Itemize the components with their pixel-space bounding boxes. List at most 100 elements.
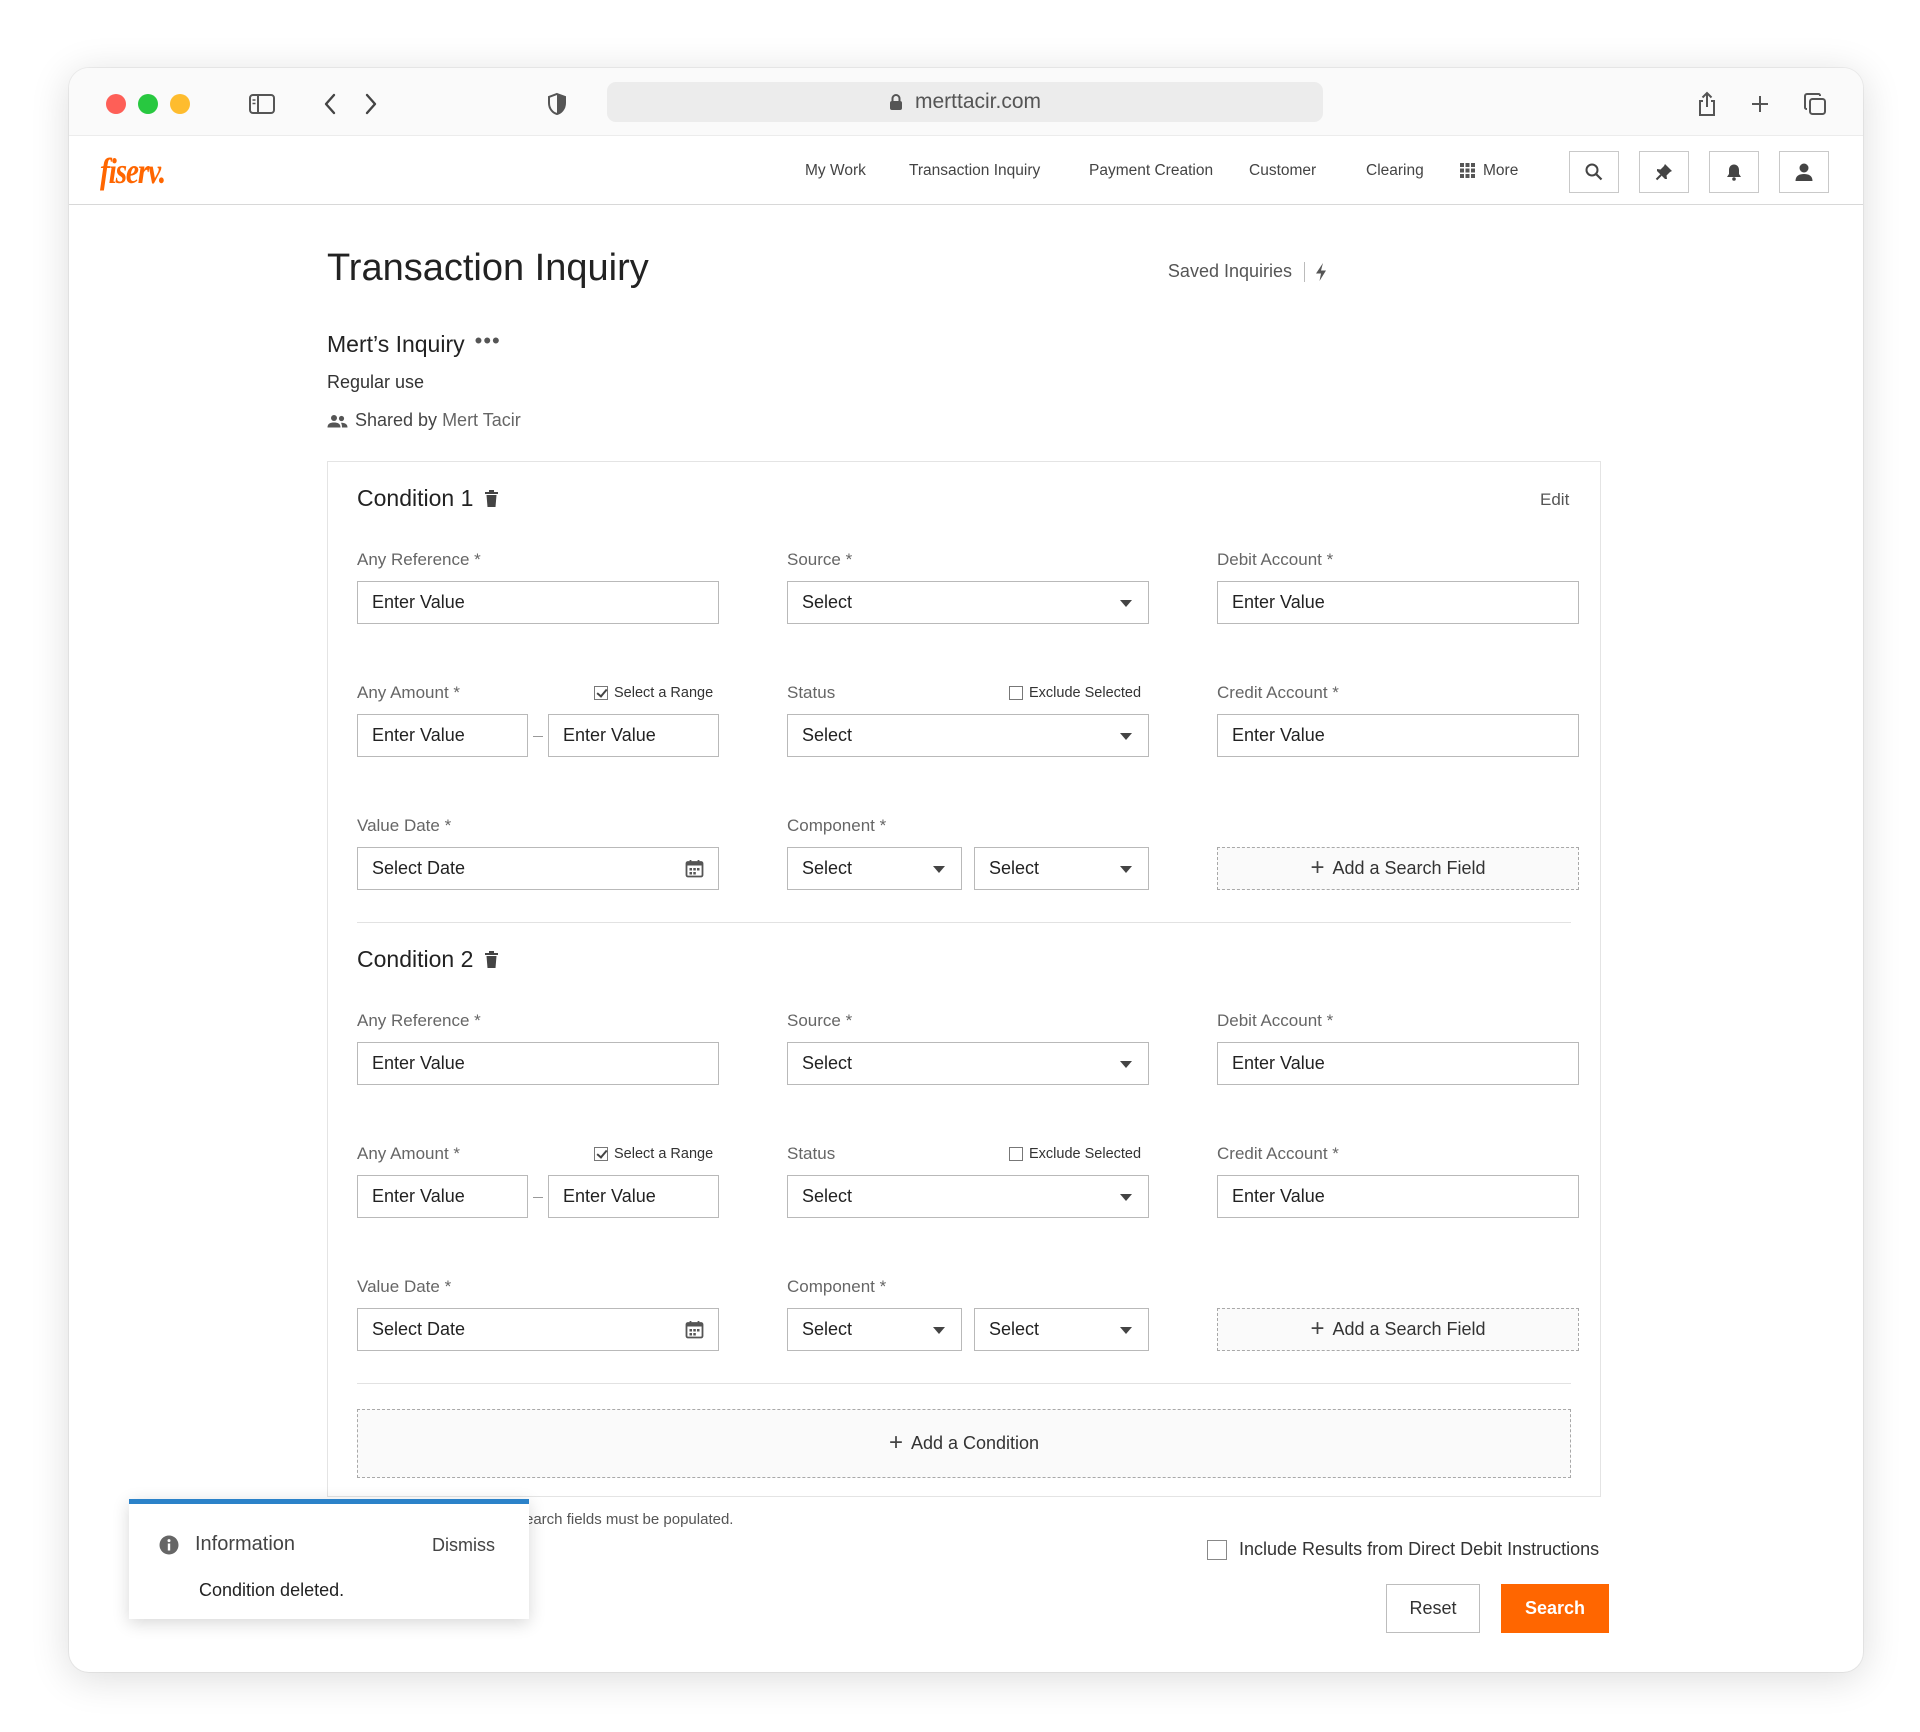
toast-dismiss-button[interactable]: Dismiss: [432, 1535, 495, 1556]
add-condition-label: Add a Condition: [910, 1433, 1040, 1453]
add-search-field-button[interactable]: + Add a Search Field: [1217, 1308, 1579, 1351]
nav-customer[interactable]: Customer: [1249, 162, 1316, 180]
inquiry-more-menu-icon[interactable]: •••: [475, 329, 501, 352]
nav-payment-creation[interactable]: Payment Creation: [1089, 162, 1213, 180]
status-select[interactable]: Select: [787, 1175, 1149, 1218]
conditions-panel: Condition 1 Edit Any Reference * Source …: [327, 461, 1601, 1497]
chevron-down-icon: [1120, 600, 1132, 607]
new-tab-icon[interactable]: [1744, 88, 1776, 120]
direct-debit-checkbox[interactable]: Include Results from Direct Debit Instru…: [1207, 1539, 1599, 1560]
value-date-label: Value Date *: [357, 816, 452, 835]
saved-inquiries-link[interactable]: Saved Inquiries: [1127, 261, 1327, 282]
select-range-checkbox[interactable]: Select a Range: [594, 1146, 713, 1162]
share-icon[interactable]: [1691, 88, 1723, 120]
credit-account-input[interactable]: [1217, 1175, 1579, 1218]
any-reference-label: Any Reference *: [357, 1011, 481, 1030]
inquiry-shared-by: Shared by Mert Tacir: [327, 410, 521, 431]
info-toast: Information Dismiss Condition deleted.: [129, 1499, 529, 1619]
condition-divider: [357, 922, 1571, 923]
condition-divider: [357, 1383, 1571, 1384]
component-label: Component *: [787, 1277, 887, 1296]
debit-account-input[interactable]: [1217, 1042, 1579, 1085]
condition-title-text: Condition 1: [357, 485, 474, 511]
amount-from-input[interactable]: [357, 714, 528, 757]
chevron-down-icon: [1120, 1061, 1132, 1068]
status-select-value: Select: [802, 1186, 853, 1206]
saved-inquiries-label: Saved Inquiries: [1167, 261, 1292, 281]
main-content: Transaction Inquiry Saved Inquiries Mert…: [69, 205, 1863, 1672]
header-search-button[interactable]: [1569, 151, 1619, 193]
value-date-placeholder: Select Date: [372, 1319, 466, 1339]
any-amount-label: Any Amount *: [357, 1144, 461, 1163]
info-icon: [159, 1535, 179, 1554]
shared-by-user[interactable]: Mert Tacir: [442, 410, 521, 431]
nav-transaction-inquiry[interactable]: Transaction Inquiry: [909, 162, 1040, 180]
zoom-window-button[interactable]: [170, 94, 190, 114]
header-profile-button[interactable]: [1779, 151, 1829, 193]
calendar-icon[interactable]: [685, 1320, 704, 1339]
grid-icon: [1460, 163, 1475, 178]
checkbox-unchecked-icon: [1207, 1539, 1227, 1560]
debit-account-input[interactable]: [1217, 581, 1579, 624]
condition-title-text: Condition 2: [357, 946, 474, 972]
chevron-down-icon: [1120, 866, 1132, 873]
shared-by-prefix: Shared by: [355, 410, 438, 430]
component-select-2[interactable]: Select: [974, 847, 1149, 890]
add-search-field-button[interactable]: + Add a Search Field: [1217, 847, 1579, 890]
pin-icon: [1655, 164, 1672, 181]
toast-message: Condition deleted.: [199, 1580, 345, 1600]
header-pin-button[interactable]: [1639, 151, 1689, 193]
shield-icon[interactable]: [541, 88, 573, 120]
url-text: merttacir.com: [914, 90, 1042, 113]
select-range-checkbox[interactable]: Select a Range: [594, 685, 713, 701]
credit-account-input[interactable]: [1217, 714, 1579, 757]
header-notifications-button[interactable]: [1709, 151, 1759, 193]
sidebar-icon[interactable]: [246, 88, 278, 120]
value-date-picker[interactable]: Select Date: [357, 1308, 719, 1351]
nav-my-work[interactable]: My Work: [805, 162, 866, 180]
amount-to-input[interactable]: [548, 1175, 719, 1218]
status-label: Status: [787, 683, 836, 702]
nav-clearing[interactable]: Clearing: [1366, 162, 1424, 180]
people-icon: [327, 414, 348, 427]
source-select[interactable]: Select: [787, 1042, 1149, 1085]
any-reference-label: Any Reference *: [357, 550, 481, 569]
reset-button[interactable]: Reset: [1386, 1584, 1480, 1633]
checkbox-checked-icon: [594, 1147, 608, 1161]
source-label: Source *: [787, 1011, 853, 1030]
trash-icon[interactable]: [485, 951, 499, 968]
component-select-1[interactable]: Select: [787, 847, 962, 890]
exclude-selected-checkbox[interactable]: Exclude Selected: [1009, 685, 1141, 701]
address-bar[interactable]: merttacir.com: [607, 82, 1323, 122]
debit-account-label: Debit Account *: [1217, 550, 1334, 569]
component-select-2[interactable]: Select: [974, 1308, 1149, 1351]
any-reference-input[interactable]: [357, 581, 719, 624]
close-window-button[interactable]: [106, 94, 126, 114]
source-select-value: Select: [802, 1053, 853, 1073]
nav-more[interactable]: More: [1460, 162, 1518, 180]
component-select-1[interactable]: Select: [787, 1308, 962, 1351]
trash-icon[interactable]: [485, 490, 499, 507]
exclude-selected-checkbox[interactable]: Exclude Selected: [1009, 1146, 1141, 1162]
search-button[interactable]: Search: [1501, 1584, 1609, 1633]
add-condition-button[interactable]: + Add a Condition: [357, 1409, 1571, 1478]
edit-button[interactable]: Edit: [1540, 490, 1569, 510]
component-select-1-value: Select: [802, 858, 853, 878]
divider: [1304, 261, 1305, 282]
forward-chevron-icon[interactable]: [355, 88, 387, 120]
status-select-value: Select: [802, 725, 853, 745]
calendar-icon[interactable]: [685, 859, 704, 878]
amount-to-input[interactable]: [548, 714, 719, 757]
source-select[interactable]: Select: [787, 581, 1149, 624]
chevron-down-icon: [1120, 1194, 1132, 1201]
back-chevron-icon[interactable]: [314, 88, 346, 120]
any-reference-input[interactable]: [357, 1042, 719, 1085]
value-date-picker[interactable]: Select Date: [357, 847, 719, 890]
status-select[interactable]: Select: [787, 714, 1149, 757]
amount-from-input[interactable]: [357, 1175, 528, 1218]
minimize-window-button[interactable]: [138, 94, 158, 114]
inquiry-name-text: Mert’s Inquiry: [327, 331, 465, 357]
tabs-icon[interactable]: [1799, 88, 1831, 120]
chevron-down-icon: [933, 866, 945, 873]
chevron-down-icon: [1120, 733, 1132, 740]
